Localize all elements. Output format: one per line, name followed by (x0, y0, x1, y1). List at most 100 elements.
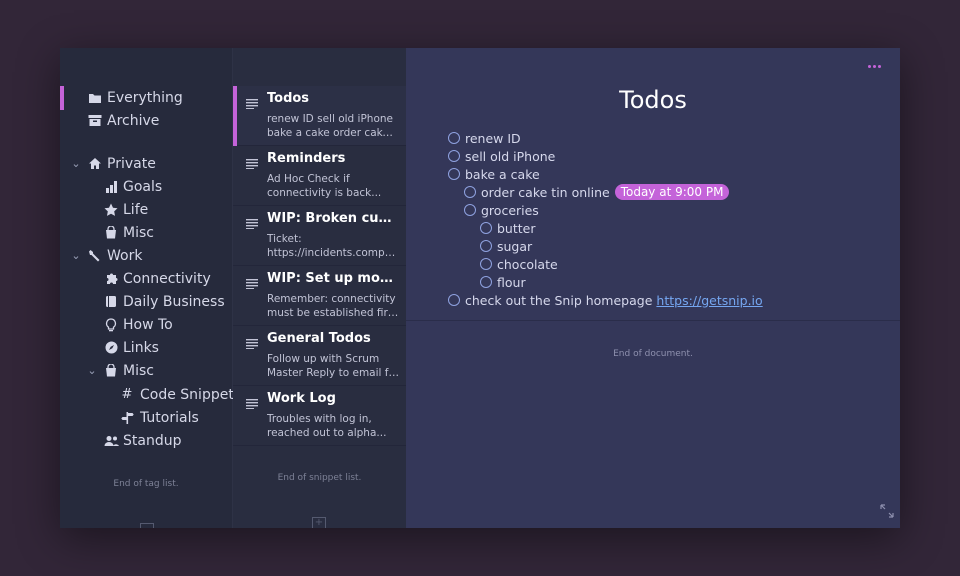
snippet-item-wip-monitoring[interactable]: WIP: Set up monitori... Remember: connec… (233, 266, 406, 326)
sidebar-item-work[interactable]: ⌄ Work (60, 244, 232, 267)
tag-list-end-note: End of tag list. (113, 479, 179, 489)
users-icon (103, 433, 119, 449)
todo-checkbox[interactable] (448, 150, 460, 162)
todo-text: flour (497, 274, 526, 290)
add-tag-button[interactable] (140, 523, 154, 528)
sidebar-item-life[interactable]: Life (60, 198, 232, 221)
sidebar-item-goals[interactable]: Goals (60, 175, 232, 198)
home-icon (87, 156, 103, 172)
todo-checkbox[interactable] (448, 294, 460, 306)
snippet-title: WIP: Broken custom... (267, 211, 399, 226)
todo-text: chocolate (497, 256, 558, 272)
todo-checkbox[interactable] (480, 222, 492, 234)
sidebar-item-label: Links (123, 339, 159, 356)
snippet-preview: Troubles with log in, (267, 413, 372, 425)
sidebar-item-label: Misc (123, 362, 154, 379)
snippet-preview: Ticket: (267, 233, 302, 245)
sidebar-item-label: Standup (123, 432, 182, 449)
todo-checkbox[interactable] (464, 186, 476, 198)
todo-checkbox[interactable] (448, 168, 460, 180)
todo-item[interactable]: bake a cake (448, 165, 540, 183)
todo-text: sugar (497, 238, 533, 254)
active-indicator (233, 86, 237, 146)
star-icon (103, 202, 119, 218)
todo-checkbox[interactable] (480, 258, 492, 270)
snippet-item-work-log[interactable]: Work Log Troubles with log in, reached o… (233, 386, 406, 446)
todo-item[interactable]: renew ID (448, 129, 521, 147)
more-options-icon[interactable] (868, 65, 881, 68)
sidebar-item-misc[interactable]: Misc (60, 221, 232, 244)
todo-text: check out the Snip homepage (465, 292, 653, 308)
document-title[interactable]: Todos (406, 86, 900, 114)
snippet-preview: Master Reply to email fro... (267, 367, 399, 379)
hash-icon: # (121, 387, 133, 402)
text-lines-icon (246, 334, 258, 353)
sidebar-item-private[interactable]: ⌄ Private (60, 152, 232, 175)
sidebar-item-everything[interactable]: Everything (60, 86, 232, 109)
todo-item[interactable]: sugar (480, 237, 532, 255)
sidebar-item-label: Daily Business (123, 293, 225, 310)
expand-icon[interactable] (880, 503, 894, 522)
sidebar-item-links[interactable]: Links (60, 336, 232, 359)
bar-chart-icon (103, 179, 119, 195)
chevron-down-icon[interactable]: ⌄ (86, 364, 98, 377)
document-editor[interactable]: Todos renew ID sell old iPhone bake a ca… (406, 48, 900, 528)
sidebar-item-tutorials[interactable]: Tutorials (60, 406, 232, 429)
snippet-preview: Follow up with Scrum (267, 353, 380, 365)
signpost-icon (119, 410, 135, 426)
todo-item[interactable]: flour (480, 273, 526, 291)
snippet-item-todos[interactable]: Todos renew ID sell old iPhone bake a ca… (233, 86, 406, 146)
todo-text: butter (497, 220, 536, 236)
sidebar-item-how-to[interactable]: How To (60, 313, 232, 336)
sidebar-item-label: Everything (107, 89, 183, 106)
basket-icon (103, 225, 119, 241)
chevron-down-icon[interactable]: ⌄ (70, 249, 82, 262)
snippet-item-reminders[interactable]: Reminders Ad Hoc Check if connectivity i… (233, 146, 406, 206)
text-lines-icon (246, 394, 258, 413)
todo-item[interactable]: sell old iPhone (448, 147, 555, 165)
todo-item[interactable]: order cake tin online Today at 9:00 PM (464, 183, 730, 201)
todo-item[interactable]: check out the Snip homepage https://gets… (448, 291, 763, 309)
sidebar-item-label: Life (123, 201, 149, 218)
due-date-badge[interactable]: Today at 9:00 PM (614, 184, 730, 200)
homepage-link[interactable]: https://getsnip.io (656, 293, 762, 308)
sidebar-item-code-snippets[interactable]: # Code Snippets (60, 383, 242, 406)
sidebar-item-archive[interactable]: Archive (60, 109, 232, 132)
todo-checkbox[interactable] (448, 132, 460, 144)
todo-text: sell old iPhone (465, 148, 556, 164)
todo-item[interactable]: groceries (464, 201, 539, 219)
sidebar-item-label: How To (123, 316, 173, 333)
text-lines-icon (246, 214, 258, 233)
todo-text: renew ID (465, 130, 521, 146)
todo-checkbox[interactable] (464, 204, 476, 216)
sidebar-item-label: Archive (107, 112, 160, 129)
snippet-list-end-note: End of snippet list. (277, 473, 362, 483)
todo-checkbox[interactable] (480, 240, 492, 252)
todo-item[interactable]: chocolate (480, 255, 558, 273)
add-snippet-button[interactable]: + (312, 517, 326, 528)
text-lines-icon (246, 154, 258, 173)
todo-text: bake a cake (465, 166, 540, 182)
lightbulb-icon (103, 317, 119, 333)
sidebar-item-label: Code Snippets (140, 386, 242, 403)
tag-sidebar: Everything Archive ⌄ Private Goals Life … (60, 48, 242, 528)
snippet-preview: connectivity is back... (267, 187, 382, 199)
snippet-item-wip-broken[interactable]: WIP: Broken custom... Ticket: https://in… (233, 206, 406, 266)
snippet-preview: reached out to alpha... (267, 427, 387, 439)
sidebar-item-connectivity[interactable]: Connectivity (60, 267, 232, 290)
compass-icon (103, 340, 119, 356)
sidebar-item-label: Tutorials (140, 409, 199, 426)
chevron-down-icon[interactable]: ⌄ (70, 157, 82, 170)
sidebar-item-daily-business[interactable]: Daily Business (60, 290, 232, 313)
sidebar-item-standup[interactable]: Standup (60, 429, 232, 452)
snippet-preview: renew ID sell old iPhone (267, 113, 393, 125)
todo-text: groceries (481, 202, 539, 218)
folder-icon (87, 90, 103, 106)
sidebar-item-label: Private (107, 155, 156, 172)
snippet-list: Todos renew ID sell old iPhone bake a ca… (233, 48, 406, 528)
divider (406, 320, 900, 321)
todo-item[interactable]: butter (480, 219, 536, 237)
snippet-item-general-todos[interactable]: General Todos Follow up with Scrum Maste… (233, 326, 406, 386)
sidebar-item-work-misc[interactable]: ⌄ Misc (60, 359, 232, 382)
todo-checkbox[interactable] (480, 276, 492, 288)
